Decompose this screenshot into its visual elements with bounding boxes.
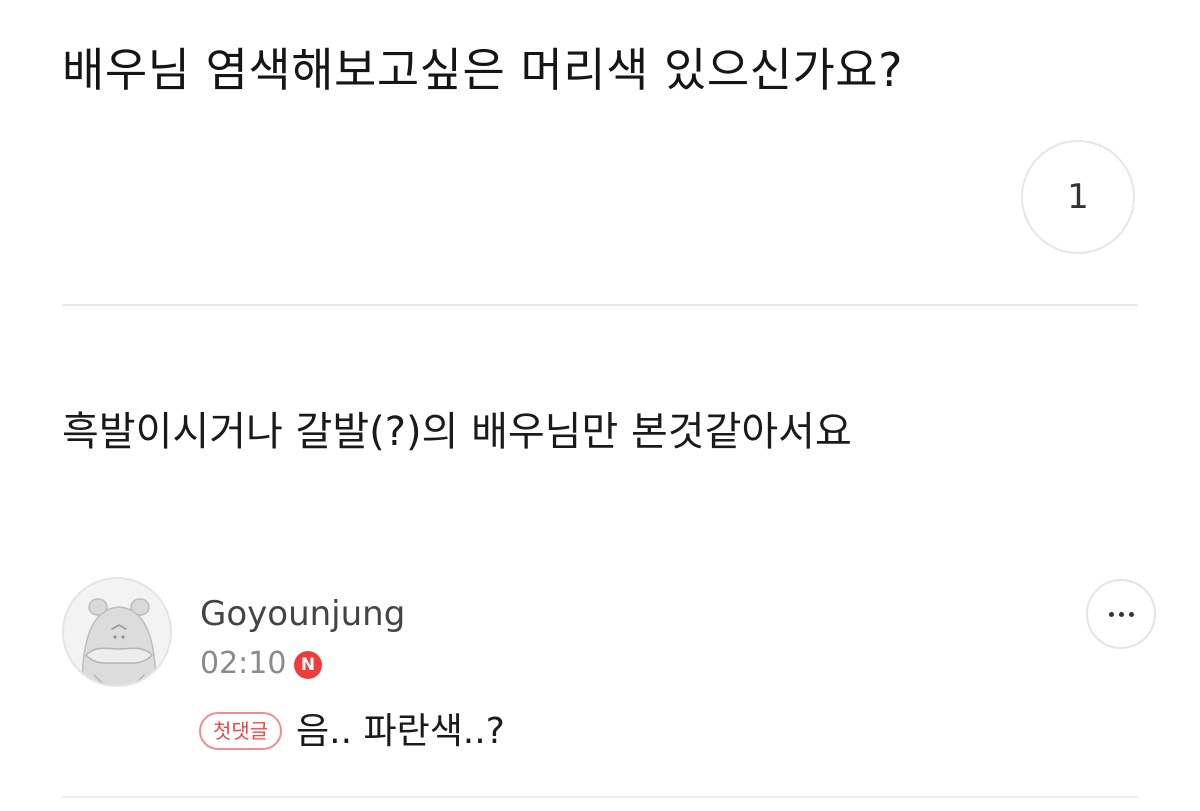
default-avatar-icon [81,598,157,685]
comment-time: 02:10 [200,646,287,681]
comment-author[interactable]: Goyounjung [200,592,405,636]
more-options-button[interactable] [1086,579,1156,649]
like-count-button[interactable]: 1 [1021,140,1135,254]
comment-text: 음.. 파란색..? [296,711,505,752]
post-title: 배우님 염색해보고싶은 머리색 있으신가요? [62,43,904,97]
like-count: 1 [1067,177,1089,217]
first-comment-tag: 첫댓글 [199,712,283,750]
divider [62,304,1138,306]
post-body: 흑발이시거나 갈발(?)의 배우님만 본것같아서요 [62,409,852,455]
new-badge: N [294,651,322,679]
avatar[interactable] [62,577,172,687]
divider [62,796,1138,798]
page: 배우님 염색해보고싶은 머리색 있으신가요? 1 흑발이시거나 갈발(?)의 배… [0,0,1200,811]
more-dots-icon [1108,611,1134,617]
